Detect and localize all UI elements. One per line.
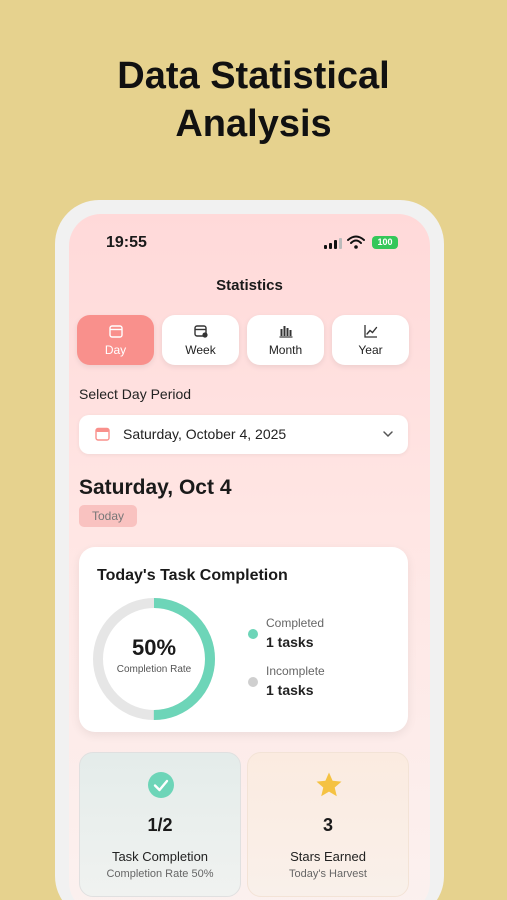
- card-title: Today's Task Completion: [97, 567, 288, 584]
- status-time: 19:55: [106, 234, 147, 251]
- stat-value: 1/2: [147, 815, 173, 835]
- task-completion-card: Today's Task Completion 50% Completion R…: [79, 547, 408, 732]
- incomplete-value: 1 tasks: [266, 682, 314, 698]
- tab-year[interactable]: Year: [332, 315, 409, 365]
- stat-sub: Today's Harvest: [289, 868, 367, 880]
- day-heading: Saturday, Oct 4: [79, 476, 232, 499]
- completion-percent: 50%: [131, 635, 177, 660]
- headline: Data Statistical Analysis: [0, 52, 507, 148]
- tab-week-label: Week: [185, 342, 216, 357]
- stat-card-task-completion: 1/2 Task Completion Completion Rate 50%: [79, 752, 241, 897]
- tab-day-label: Day: [104, 342, 127, 357]
- period-tabs: Day Week Month Year: [77, 315, 409, 365]
- headline-line-1: Data Statistical: [117, 55, 390, 97]
- selected-date: Saturday, October 4, 2025: [123, 426, 287, 442]
- calendar-week-icon: [193, 324, 208, 338]
- completed-label: Completed: [266, 616, 325, 630]
- headline-line-2: Analysis: [175, 103, 332, 145]
- stat-value: 3: [322, 815, 333, 835]
- tab-week[interactable]: Week: [162, 315, 239, 365]
- wifi-icon: [347, 235, 365, 249]
- screen-title: Statistics: [216, 277, 283, 294]
- incomplete-label: Incomplete: [266, 664, 325, 678]
- star-icon: [316, 772, 342, 797]
- chevron-down-icon: [383, 431, 393, 438]
- stat-label: Task Completion: [111, 849, 209, 864]
- incomplete-dot: [248, 677, 258, 687]
- stat-card-stars-earned: 3 Stars Earned Today's Harvest: [247, 752, 409, 897]
- tab-month-label: Month: [268, 342, 303, 357]
- completed-dot: [248, 629, 258, 639]
- phone-frame: 19:55 100 Statistics Day Week Month Year…: [55, 200, 444, 900]
- stat-sub: Completion Rate 50%: [106, 868, 214, 880]
- tab-day[interactable]: Day: [77, 315, 154, 365]
- tab-month[interactable]: Month: [247, 315, 324, 365]
- bar-chart-icon: [279, 325, 292, 338]
- status-bar: 19:55 100: [69, 234, 430, 254]
- period-label: Select Day Period: [79, 386, 192, 402]
- check-circle-icon: [148, 772, 174, 798]
- signal-icon: [324, 238, 342, 249]
- trend-chart-icon: [363, 324, 377, 338]
- calendar-icon: [108, 324, 123, 338]
- today-badge: Today: [79, 505, 137, 527]
- calendar-icon: [95, 427, 110, 441]
- phone-screen: 19:55 100 Statistics Day Week Month Year…: [69, 214, 430, 900]
- battery-icon: 100: [372, 236, 398, 249]
- date-picker[interactable]: Saturday, October 4, 2025: [79, 415, 408, 454]
- completion-rate-label: Completion Rate: [116, 664, 192, 675]
- tab-year-label: Year: [358, 342, 383, 357]
- completed-value: 1 tasks: [266, 634, 314, 650]
- stat-label: Stars Earned: [290, 849, 366, 864]
